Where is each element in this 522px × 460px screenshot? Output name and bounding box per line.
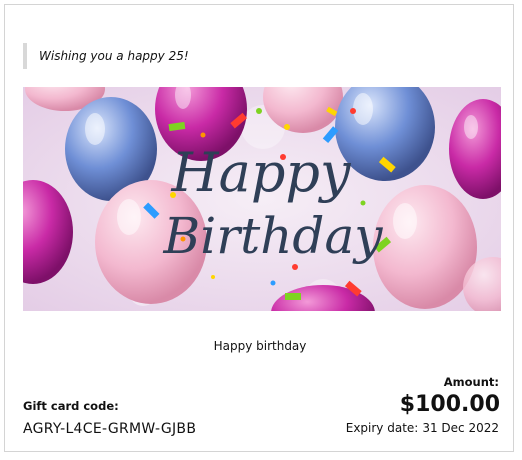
expiry-date: Expiry date: 31 Dec 2022 [346,421,499,435]
message-quote: Wishing you a happy 25! [23,43,189,69]
gift-card-code: AGRY-L4CE-GRMW-GJBB [23,421,197,437]
amount-value: $100.00 [399,392,500,417]
image-caption: Happy birthday [213,339,307,353]
banner-heading-line1: Happy [171,141,352,204]
gift-card-code-label: Gift card code: [23,399,119,413]
birthday-illustration: Happy Birthday [23,87,501,311]
banner-heading-line2: Birthday [163,207,384,265]
gift-card: Wishing you a happy 25! Happy Birthday H… [4,4,514,452]
personal-message: Wishing you a happy 25! [39,49,189,63]
expiry-date-value: 31 Dec 2022 [422,421,499,435]
amount-label: Amount: [443,375,499,389]
expiry-date-label: Expiry date: [345,421,419,435]
birthday-banner-image: Happy Birthday [23,87,501,311]
